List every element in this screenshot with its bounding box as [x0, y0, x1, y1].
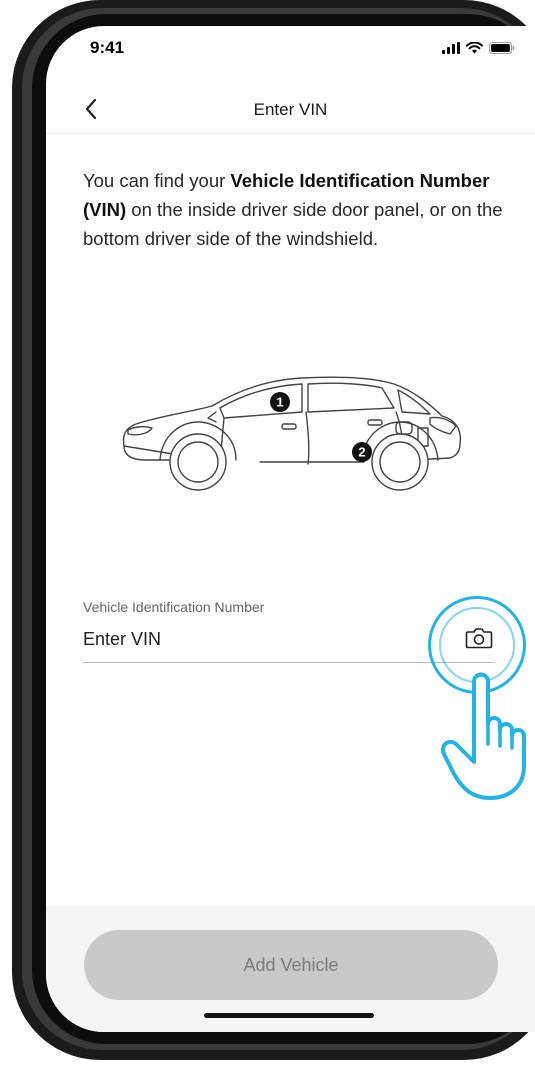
- status-icons: [442, 42, 515, 54]
- nav-bar: Enter VIN: [46, 86, 535, 134]
- vin-instructions: You can find your Vehicle Identification…: [83, 166, 503, 253]
- battery-icon: [489, 42, 515, 54]
- vin-location-marker-2: 2: [352, 442, 372, 462]
- scan-vin-camera-button[interactable]: [461, 620, 497, 656]
- volume-down-button: [16, 308, 22, 388]
- hand-pointer-icon: [441, 672, 526, 800]
- marker-1-label: 1: [276, 395, 283, 410]
- footer: Add Vehicle: [46, 906, 535, 1032]
- instructions-prefix: You can find your: [83, 170, 231, 191]
- signal-icon: [442, 42, 460, 54]
- volume-up-button: [16, 212, 22, 292]
- vin-input[interactable]: [83, 624, 403, 654]
- status-bar: 9:41: [46, 26, 535, 76]
- vin-location-marker-1: 1: [270, 392, 290, 412]
- instructions-suffix: on the inside driver side door panel, or…: [83, 199, 503, 249]
- car-illustration: 1 2: [122, 376, 462, 491]
- add-vehicle-button[interactable]: Add Vehicle: [84, 930, 498, 1000]
- app-screen: 9:41 Enter VIN You can find your Vehicle…: [46, 26, 535, 1032]
- home-indicator: [204, 1013, 374, 1018]
- marker-2-label: 2: [358, 445, 365, 460]
- wifi-icon: [466, 42, 483, 54]
- vin-field-label: Vehicle Identification Number: [83, 599, 265, 615]
- status-time: 9:41: [90, 38, 125, 57]
- silent-switch: [16, 148, 22, 188]
- page-title: Enter VIN: [253, 100, 328, 119]
- camera-icon: [465, 628, 493, 649]
